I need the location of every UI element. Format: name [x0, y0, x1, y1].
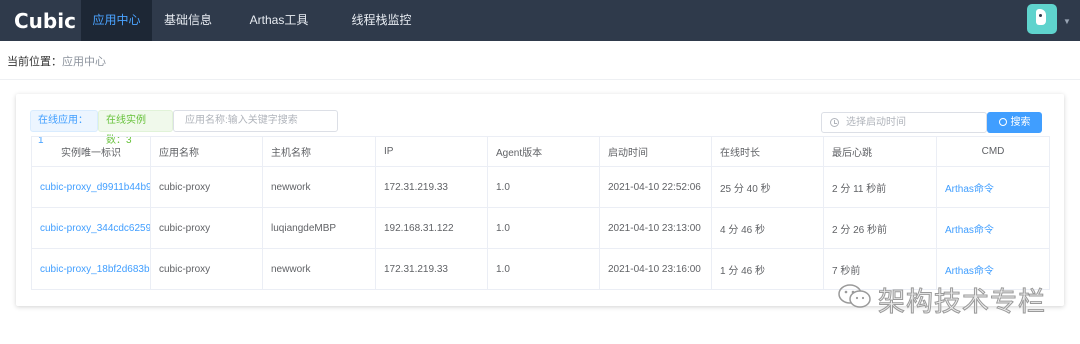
- search-button-label: 搜索: [1010, 117, 1031, 128]
- app-list-card: 在线应用：1 在线实例数：3 应用名称:输入关键字搜索 选择启动时间 搜索 实例…: [16, 94, 1064, 306]
- start-time-cell: 2021-04-10 23:13:00: [599, 207, 712, 249]
- agent-version-cell: 1.0: [487, 207, 600, 249]
- instance-id-link[interactable]: cubic-proxy_18bf2d683b7: [31, 248, 151, 290]
- avatar-face-icon: [1036, 9, 1046, 25]
- search-button[interactable]: 搜索: [987, 112, 1042, 133]
- breadcrumb-current[interactable]: 应用中心: [62, 56, 106, 68]
- online-duration-cell: 25 分 40 秒: [711, 166, 824, 208]
- nav-app-center[interactable]: 应用中心: [81, 0, 152, 41]
- watermark-text: 架构技术专栏: [878, 287, 1046, 319]
- table-header-row: 实例唯一标识 应用名称 主机名称 IP Agent版本 启动时间 在线时长 最后…: [31, 136, 1050, 167]
- host-name-cell: newwork: [262, 166, 376, 208]
- instance-id-link[interactable]: cubic-proxy_344cdc6259: [31, 207, 151, 249]
- breadcrumb: 当前位置：应用中心: [7, 53, 106, 69]
- last-heartbeat-cell: 2 分 26 秒前: [823, 207, 937, 249]
- user-avatar[interactable]: [1027, 4, 1057, 34]
- app-name-cell: cubic-proxy: [150, 207, 263, 249]
- col-header-instance-id: 实例唯一标识: [31, 136, 151, 167]
- last-heartbeat-cell: 2 分 11 秒前: [823, 166, 937, 208]
- app-name-cell: cubic-proxy: [150, 248, 263, 290]
- host-name-cell: newwork: [262, 248, 376, 290]
- online-instances-badge: 在线实例数：3: [98, 110, 173, 146]
- host-name-cell: luqiangdeMBP: [262, 207, 376, 249]
- nav-arthas-tools[interactable]: Arthas工具: [224, 0, 334, 41]
- brand-logo[interactable]: Cubic: [14, 9, 76, 33]
- table-row: cubic-proxy_344cdc6259 cubic-proxy luqia…: [31, 207, 1050, 249]
- search-icon: [998, 118, 1007, 126]
- col-header-last-heartbeat: 最后心跳: [823, 136, 937, 167]
- col-header-start-time: 启动时间: [599, 136, 712, 167]
- col-header-agent-version: Agent版本: [487, 136, 600, 167]
- date-placeholder: 选择启动时间: [846, 117, 906, 128]
- clock-icon: [830, 118, 839, 127]
- agent-version-cell: 1.0: [487, 166, 600, 208]
- arthas-command-link[interactable]: Arthas命令: [936, 166, 1050, 208]
- app-name-cell: cubic-proxy: [150, 166, 263, 208]
- chevron-down-icon[interactable]: ▼: [1063, 17, 1071, 26]
- instance-id-link[interactable]: cubic-proxy_d9911b44b93: [31, 166, 151, 208]
- avatar-eye-icon: [1039, 14, 1042, 17]
- col-header-app-name: 应用名称: [150, 136, 263, 167]
- online-duration-cell: 4 分 46 秒: [711, 207, 824, 249]
- ip-cell: 172.31.219.33: [375, 166, 488, 208]
- breadcrumb-label: 当前位置：: [7, 56, 62, 68]
- start-time-picker[interactable]: 选择启动时间: [821, 112, 987, 133]
- start-time-cell: 2021-04-10 22:52:06: [599, 166, 712, 208]
- col-header-host-name: 主机名称: [262, 136, 376, 167]
- wechat-watermark-icon: [838, 284, 871, 308]
- instance-table: 实例唯一标识 应用名称 主机名称 IP Agent版本 启动时间 在线时长 最后…: [31, 136, 1050, 290]
- ip-cell: 172.31.219.33: [375, 248, 488, 290]
- main-nav: 应用中心 基础信息 Arthas工具 线程栈监控: [81, 0, 429, 41]
- col-header-ip: IP: [375, 136, 488, 167]
- start-time-cell: 2021-04-10 23:16:00: [599, 248, 712, 290]
- nav-basic-info[interactable]: 基础信息: [152, 0, 224, 41]
- arthas-command-link[interactable]: Arthas命令: [936, 207, 1050, 249]
- online-duration-cell: 1 分 46 秒: [711, 248, 824, 290]
- ip-cell: 192.168.31.122: [375, 207, 488, 249]
- nav-thread-stack-monitor[interactable]: 线程栈监控: [334, 0, 429, 41]
- col-header-cmd: CMD: [936, 136, 1050, 167]
- agent-version-cell: 1.0: [487, 248, 600, 290]
- top-navbar: Cubic 应用中心 基础信息 Arthas工具 线程栈监控 ▼: [0, 0, 1080, 41]
- table-row: cubic-proxy_d9911b44b93 cubic-proxy neww…: [31, 166, 1050, 208]
- online-apps-badge: 在线应用：1: [30, 110, 98, 146]
- app-search-input[interactable]: 应用名称:输入关键字搜索: [173, 110, 338, 132]
- col-header-online-duration: 在线时长: [711, 136, 824, 167]
- breadcrumb-divider: [0, 79, 1080, 80]
